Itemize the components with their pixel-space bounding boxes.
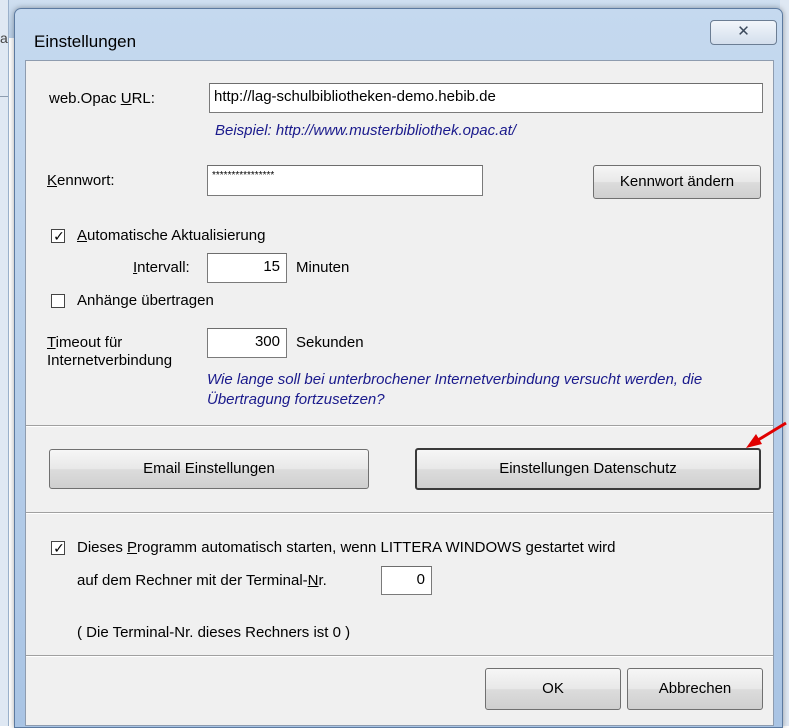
red-arrow-annotation bbox=[746, 421, 787, 448]
red-arrow-head bbox=[746, 434, 762, 448]
red-arrow-shaft bbox=[757, 421, 787, 442]
